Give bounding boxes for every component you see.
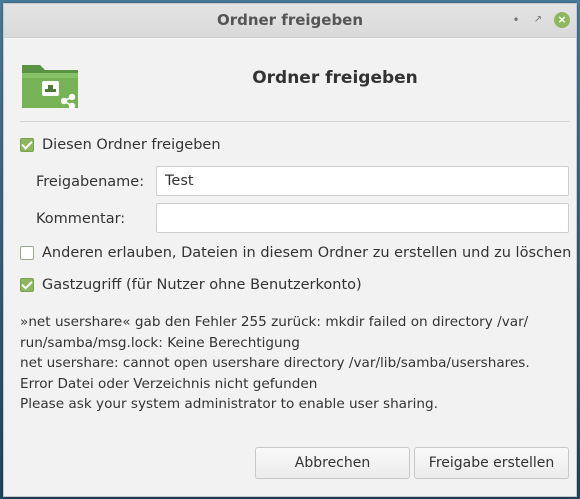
- cancel-button[interactable]: Abbrechen: [255, 447, 410, 479]
- error-line: Please ask your system administrator to …: [20, 396, 438, 412]
- allow-others-checkbox-row[interactable]: Anderen erlauben, Dateien in diesem Ordn…: [20, 243, 571, 263]
- share-name-input[interactable]: [156, 166, 569, 196]
- close-icon[interactable]: ×: [554, 12, 570, 28]
- guest-access-checkbox[interactable]: [20, 278, 34, 292]
- share-name-label: Freigabename:: [36, 174, 145, 190]
- share-folder-checkbox[interactable]: [20, 138, 34, 152]
- share-folder-checkbox-row[interactable]: Diesen Ordner freigeben: [20, 135, 221, 155]
- separator: [20, 121, 570, 122]
- window-title: Ordner freigeben: [216, 11, 364, 29]
- share-folder-dialog: Ordner freigeben • ↗ × Ordner freigeben …: [3, 3, 577, 497]
- guest-access-label: Gastzugriff (für Nutzer ohne Benutzerkon…: [42, 277, 362, 293]
- error-line: run/samba/msg.lock: Keine Berechtigung: [20, 334, 300, 351]
- titlebar[interactable]: Ordner freigeben • ↗ ×: [4, 4, 576, 38]
- error-line: »net usershare« gab den Fehler 255 zurüc…: [20, 314, 529, 330]
- allow-others-label: Anderen erlauben, Dateien in diesem Ordn…: [42, 245, 572, 261]
- error-line: net usershare: cannot open usershare dir…: [20, 355, 530, 371]
- comment-label: Kommentar:: [36, 211, 126, 227]
- guest-access-checkbox-row[interactable]: Gastzugriff (für Nutzer ohne Benutzerkon…: [20, 275, 362, 295]
- allow-others-checkbox[interactable]: [20, 246, 34, 260]
- create-share-button[interactable]: Freigabe erstellen: [414, 447, 569, 479]
- shared-folder-icon: [22, 65, 78, 110]
- dialog-heading: Ordner freigeben: [252, 68, 418, 88]
- error-message: »net usershare« gab den Fehler 255 zurüc…: [20, 312, 576, 415]
- error-line: Error Datei oder Verzeichnis nicht gefun…: [20, 375, 318, 392]
- maximize-icon[interactable]: ↗: [530, 12, 546, 28]
- minimize-icon[interactable]: •: [508, 12, 524, 28]
- share-folder-label: Diesen Ordner freigeben: [42, 137, 221, 153]
- comment-input[interactable]: [156, 203, 569, 233]
